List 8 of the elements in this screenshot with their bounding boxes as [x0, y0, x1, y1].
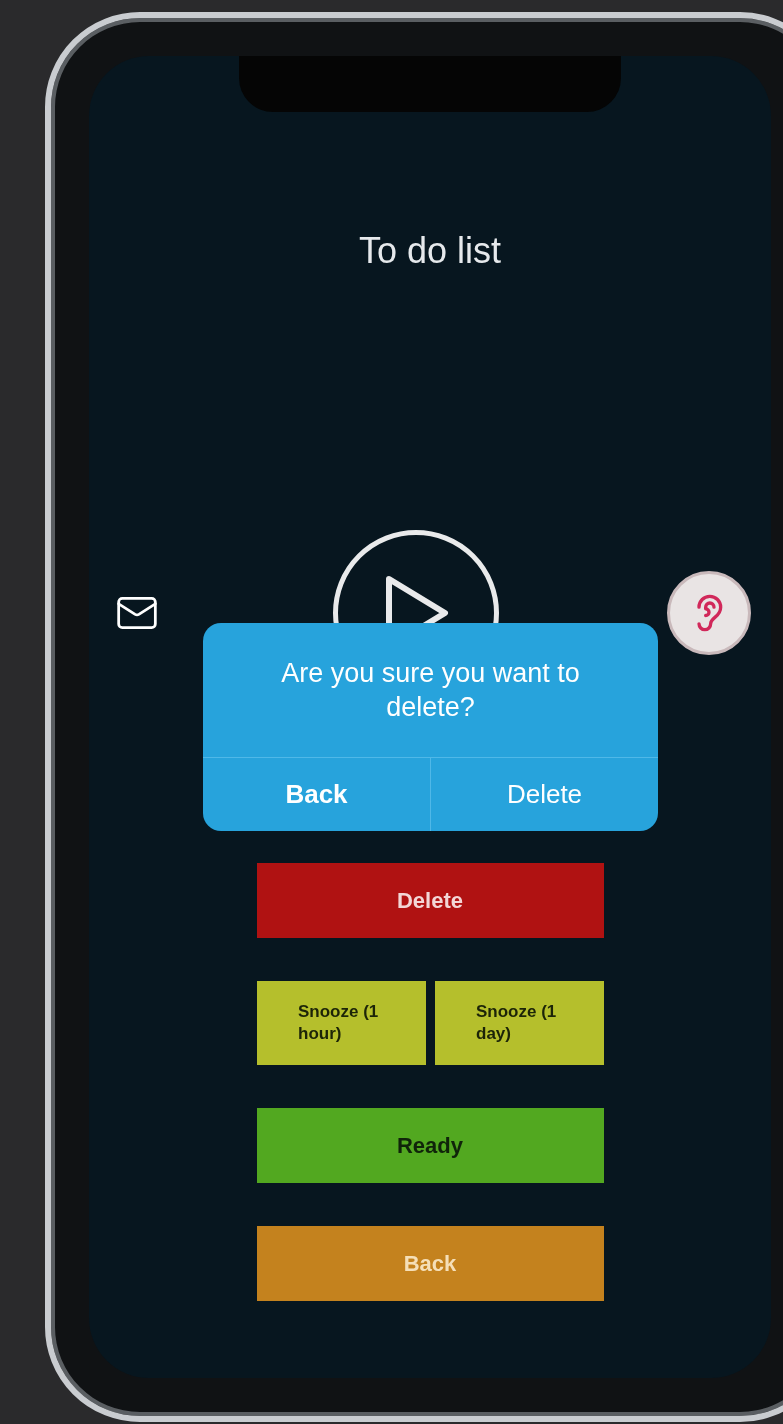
ready-button[interactable]: Ready: [256, 1108, 604, 1183]
dialog-button[interactable]: Back: [203, 758, 430, 831]
snooze-button[interactable]: Snooze (1 day): [434, 981, 604, 1065]
dialog-message: Are you sure you want to delete?: [280, 657, 581, 724]
snooze-button[interactable]: Snooze (1 hour): [256, 981, 426, 1065]
delete-button[interactable]: Delete: [256, 863, 604, 938]
screen-title: To do list: [358, 229, 502, 273]
dialog-button[interactable]: Delete: [430, 758, 658, 831]
